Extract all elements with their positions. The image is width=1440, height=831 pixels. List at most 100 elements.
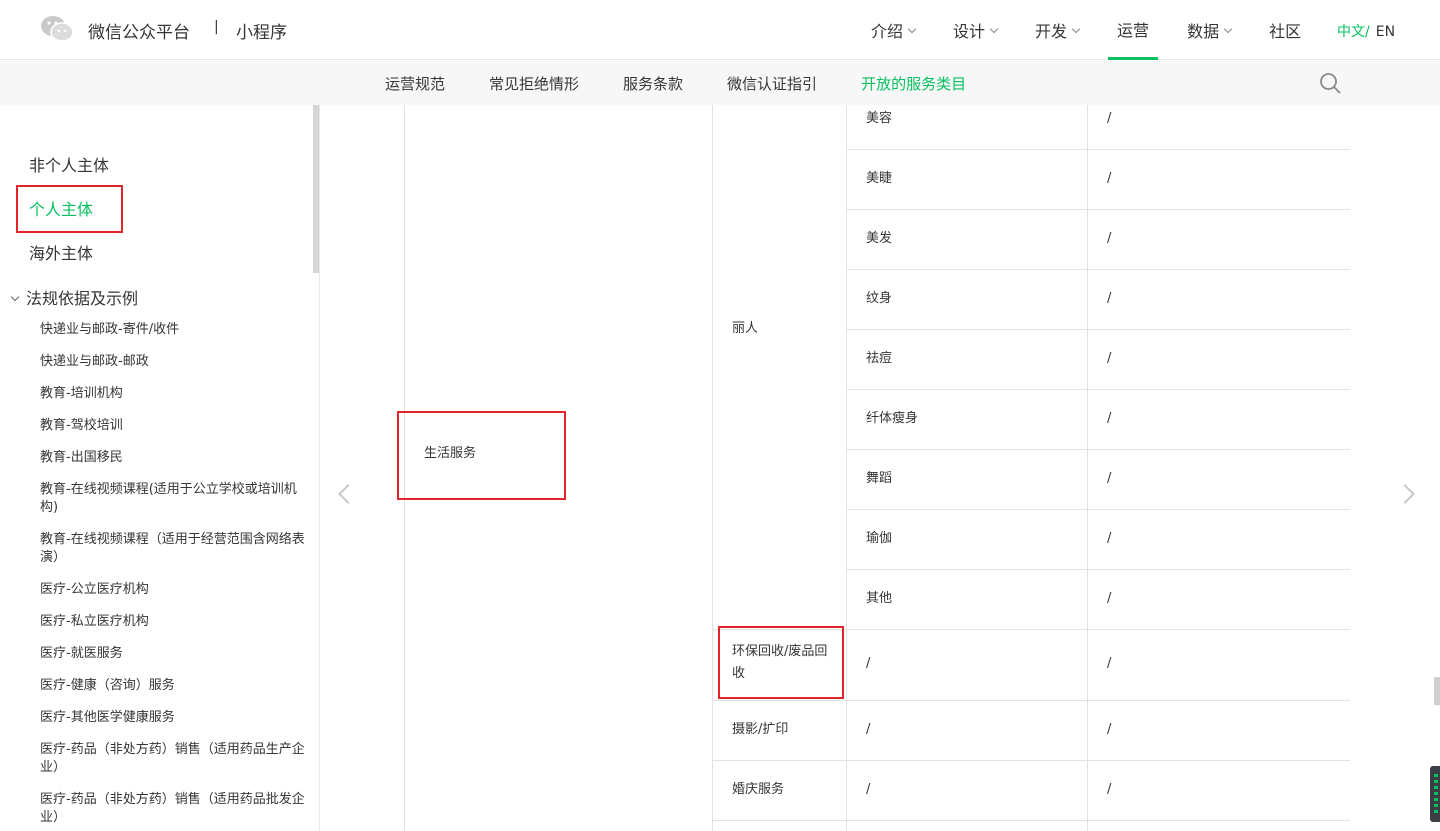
subnav-wechat-verification[interactable]: 微信认证指引 (705, 61, 839, 105)
category-l3-cell: 瑜伽 (866, 531, 893, 546)
sidebar-sub-item[interactable]: 教育-驾校培训 (40, 417, 310, 435)
sidebar-item-non-individual[interactable]: 非个人主体 (29, 152, 109, 176)
sidebar-item-overseas[interactable]: 海外主体 (29, 240, 93, 264)
sidebar-sub-item[interactable]: 教育-培训机构 (40, 385, 310, 403)
requirement-cell: / (1107, 171, 1112, 186)
category-l2-cell: 摄影/扩印 (732, 722, 789, 737)
sidebar-sub-item[interactable]: 教育-在线视频课程(适用于公立学校或培训机构) (40, 481, 310, 517)
nav-community[interactable]: 社区 (1260, 0, 1310, 60)
sidebar-sub-item[interactable]: 医疗-就医服务 (40, 645, 310, 663)
subnav-operation-rules[interactable]: 运营规范 (363, 61, 467, 105)
requirement-cell: / (1107, 722, 1112, 737)
nav-data[interactable]: 数据 (1178, 0, 1240, 60)
nav-develop[interactable]: 开发 (1026, 0, 1088, 60)
sidebar: 非个人主体 个人主体 海外主体 法规依据及示例 快递业与邮政-寄件/收件 快递业… (0, 105, 320, 831)
table-row-divider (712, 629, 1350, 630)
service-category-table: 生活服务 丽人 美容 / 美睫 / 美发 / 纹身 / 祛痘 / 纤体瘦身 / … (320, 105, 1440, 831)
category-l3-cell: 舞蹈 (866, 471, 893, 486)
table-column-divider (846, 105, 847, 831)
requirement-cell: / (1107, 531, 1112, 546)
table-row-divider (846, 269, 1350, 270)
category-l3-cell: 美睫 (866, 171, 893, 186)
sidebar-sub-item[interactable]: 快递业与邮政-邮政 (40, 353, 310, 371)
sidebar-item-individual[interactable]: 个人主体 (29, 196, 93, 220)
sidebar-sub-item[interactable]: 教育-在线视频课程（适用于经营范围含网络表演） (40, 531, 310, 567)
table-row-divider (846, 449, 1350, 450)
main-nav: 介绍 设计 开发 运营 数据 社区 (862, 0, 1330, 60)
table-column-divider (1087, 105, 1088, 831)
table-row-divider (846, 389, 1350, 390)
sidebar-sub-item[interactable]: 快递业与邮政-寄件/收件 (40, 321, 310, 339)
table-row-divider (846, 209, 1350, 210)
category-l3-cell: 纤体瘦身 (866, 411, 919, 426)
requirement-cell: / (1107, 782, 1112, 797)
sub-nav-bar: 运营规范 常见拒绝情形 服务条款 微信认证指引 开放的服务类目 (0, 61, 1440, 105)
sidebar-sub-item[interactable]: 教育-出国移民 (40, 449, 310, 467)
category-l3-cell: 祛痘 (866, 351, 893, 366)
category-l3-cell: / (866, 656, 871, 671)
table-row-divider (846, 569, 1350, 570)
table-row-divider (846, 509, 1350, 510)
chevron-down-icon (907, 24, 917, 33)
table-row-divider (712, 760, 1350, 761)
chevron-down-icon (1223, 24, 1233, 33)
requirement-cell: / (1107, 291, 1112, 306)
sub-nav: 运营规范 常见拒绝情形 服务条款 微信认证指引 开放的服务类目 (363, 61, 988, 105)
chevron-down-icon (989, 24, 999, 33)
sidebar-scrollbar[interactable] (313, 105, 319, 273)
top-header: 微信公众平台 | 小程序 介绍 设计 开发 运营 数据 社区 中文/ EN (0, 0, 1440, 60)
sidebar-sub-item[interactable]: 医疗-私立医疗机构 (40, 613, 310, 631)
search-icon[interactable] (1319, 72, 1341, 94)
language-switcher: 中文/ EN (1337, 21, 1395, 41)
nav-operations[interactable]: 运营 (1108, 0, 1159, 60)
category-l1-cell: 生活服务 (424, 446, 477, 461)
chevron-down-icon (10, 292, 20, 302)
category-l2-cell: 婚庆服务 (732, 782, 785, 797)
brand-separator: | (214, 19, 219, 35)
nav-design-label: 设计 (953, 22, 986, 41)
requirement-cell: / (1107, 231, 1112, 246)
table-row-divider (846, 149, 1350, 150)
category-l3-cell: 纹身 (866, 291, 893, 306)
category-l2-cell: 环保回收/废品回收 (732, 644, 828, 681)
sidebar-sub-item[interactable]: 医疗-药品（非处方药）销售（适用药品生产企业） (40, 741, 310, 777)
category-l3-cell: 美容 (866, 111, 893, 126)
table-row-divider (712, 700, 1350, 701)
requirement-cell: / (1107, 656, 1112, 671)
sidebar-sub-item[interactable]: 医疗-药品（非处方药）销售（适用药品批发企业） (40, 791, 310, 827)
brand-title[interactable]: 微信公众平台 (88, 18, 190, 43)
wechat-logo-icon[interactable] (40, 14, 74, 44)
table-row-divider (846, 329, 1350, 330)
nav-data-label: 数据 (1187, 22, 1220, 41)
lang-separator: / (1365, 24, 1370, 40)
page-scroll-indicator[interactable] (1434, 677, 1440, 705)
category-l3-cell: 美发 (866, 231, 893, 246)
lang-chinese-link[interactable]: 中文 (1337, 24, 1365, 40)
lang-english-link[interactable]: EN (1376, 24, 1395, 40)
requirement-cell: / (1107, 471, 1112, 486)
requirement-cell: / (1107, 111, 1112, 126)
chevron-down-icon (1071, 24, 1081, 33)
sidebar-group-regulations[interactable]: 法规依据及示例 (10, 285, 139, 309)
nav-design[interactable]: 设计 (944, 0, 1006, 60)
category-l3-cell: / (866, 722, 871, 737)
table-row-divider (712, 820, 1350, 821)
sidebar-sub-item[interactable]: 医疗-公立医疗机构 (40, 581, 310, 599)
floating-widget-icon[interactable] (1430, 766, 1440, 822)
nav-community-label: 社区 (1269, 22, 1302, 41)
table-column-divider (712, 105, 713, 831)
nav-intro-label: 介绍 (871, 22, 904, 41)
nav-develop-label: 开发 (1035, 22, 1068, 41)
sidebar-group-label: 法规依据及示例 (26, 289, 139, 308)
subnav-terms-of-service[interactable]: 服务条款 (601, 61, 705, 105)
nav-intro[interactable]: 介绍 (862, 0, 924, 60)
requirement-cell: / (1107, 351, 1112, 366)
requirement-cell: / (1107, 411, 1112, 426)
category-l2-cell: 丽人 (732, 321, 759, 336)
sidebar-sub-item[interactable]: 医疗-其他医学健康服务 (40, 709, 310, 727)
subnav-open-service-categories[interactable]: 开放的服务类目 (839, 61, 988, 105)
sidebar-sub-item[interactable]: 医疗-健康（咨询）服务 (40, 677, 310, 695)
product-name[interactable]: 小程序 (236, 18, 287, 43)
subnav-common-rejections[interactable]: 常见拒绝情形 (467, 61, 601, 105)
category-l3-cell: 其他 (866, 591, 893, 606)
